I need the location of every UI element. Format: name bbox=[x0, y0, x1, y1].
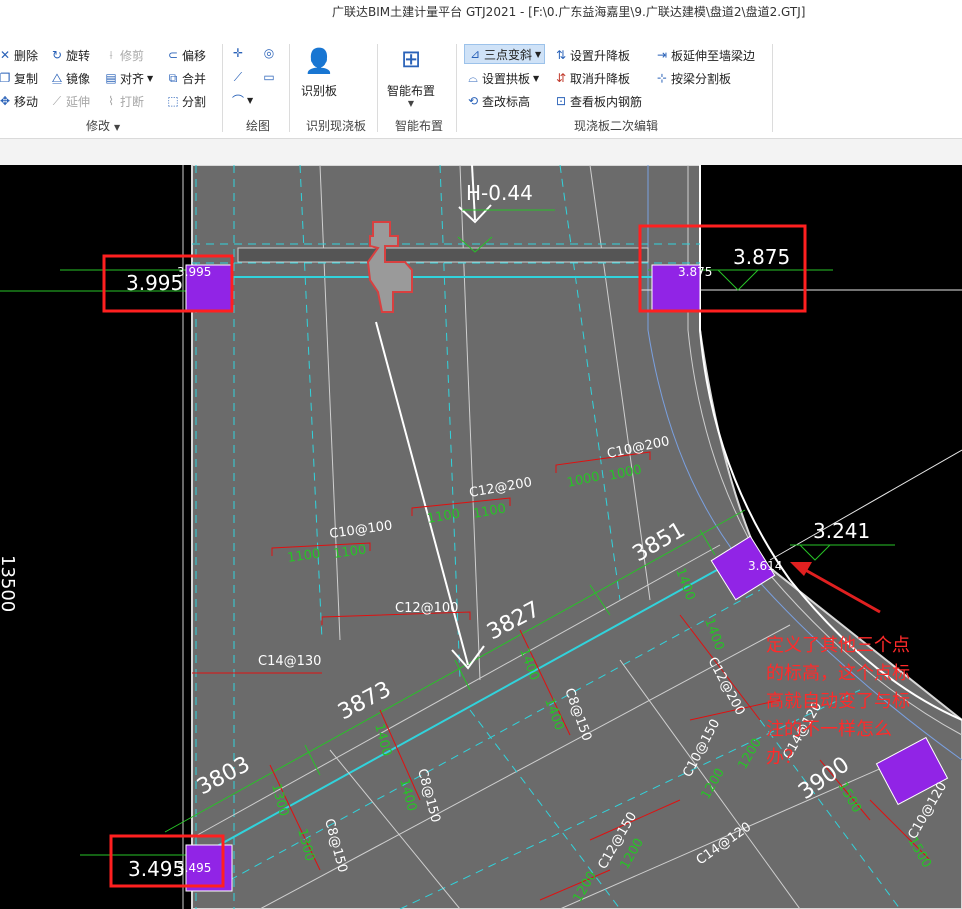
draw-group-label: 绘图 bbox=[246, 119, 271, 133]
extend-to-beam-icon: ⇥ bbox=[656, 48, 668, 62]
edit-group-label: 现浇板二次编辑 bbox=[574, 119, 659, 133]
check-elevation-button[interactable]: ⟲ 查改标高 bbox=[466, 92, 530, 110]
drawing-canvas[interactable]: 3.995 3.995 3.875 3.875 3.241 3.614 3.49… bbox=[0, 165, 962, 909]
break-icon: ⌇ bbox=[108, 94, 114, 108]
elevation-top-right-small: 3.875 bbox=[678, 265, 712, 279]
separator bbox=[222, 44, 223, 132]
modify-group-label[interactable]: 修改 ▼ bbox=[86, 117, 120, 134]
arc-tool[interactable]: ⌒ ▼ bbox=[231, 91, 253, 109]
delete-button[interactable]: ✕ 删除 bbox=[0, 46, 38, 64]
arch-icon: ⌓ bbox=[468, 70, 478, 85]
check-elevation-icon: ⟲ bbox=[467, 94, 479, 108]
extend-to-beam-button[interactable]: ⇥ 板延伸至墙梁边 bbox=[655, 46, 755, 64]
copy-icon: ❐ bbox=[0, 71, 11, 85]
identify-slab-button[interactable]: 👤 识别板 bbox=[296, 44, 342, 99]
chevron-down-icon: ▼ bbox=[114, 123, 121, 132]
separator bbox=[289, 44, 290, 132]
circle-tool[interactable]: ◎ bbox=[262, 44, 278, 62]
extend-button[interactable]: ⟋ 延伸 bbox=[50, 92, 90, 110]
title-bar: 广联达BIM土建计量平台 GTJ2021 - [F:\0.广东益海嘉里\9.广联… bbox=[0, 0, 962, 38]
top-beam[interactable] bbox=[237, 247, 649, 263]
move-button[interactable]: ✥ 移动 bbox=[0, 92, 38, 110]
annotation-line: 注的不一样怎么 bbox=[766, 719, 892, 740]
elevation-right: 3.241 bbox=[813, 519, 870, 543]
align-button[interactable]: ▤ 对齐 ▼ bbox=[104, 69, 153, 87]
split-icon: ⬚ bbox=[167, 94, 179, 108]
view-rebar-button[interactable]: ⊡ 查看板内钢筋 bbox=[554, 92, 642, 110]
crosshair-icon: ✛ bbox=[232, 46, 244, 60]
move-icon: ✥ bbox=[0, 94, 11, 108]
annotation-line: 定义了其他三个点 bbox=[766, 635, 910, 656]
rectangle-tool[interactable]: ▭ bbox=[262, 68, 278, 86]
elevation-bottom-left-small: 3.495 bbox=[177, 861, 211, 875]
three-point-slope-button[interactable]: ⊿ 三点变斜 ▼ bbox=[464, 44, 546, 64]
elevation-top-right: 3.875 bbox=[733, 245, 790, 269]
set-slope-icon: ⇅ bbox=[555, 48, 567, 62]
elevation-top-center: H-0.44 bbox=[466, 181, 533, 205]
split-by-beam-button[interactable]: ⊹ 按梁分割板 bbox=[655, 69, 731, 87]
rotate-button[interactable]: ↻ 旋转 bbox=[50, 46, 90, 64]
three-point-slope-icon: ⊿ bbox=[469, 47, 481, 61]
identify-slab-icon: 👤 bbox=[304, 47, 334, 75]
elev-marker-top-right bbox=[717, 269, 759, 291]
set-arch-button[interactable]: ⌓ 设置拱板 ▼ bbox=[466, 69, 539, 87]
rotate-icon: ↻ bbox=[51, 48, 63, 62]
identify-group-label: 识别现浇板 bbox=[306, 119, 367, 133]
elev-marker-right bbox=[799, 544, 831, 561]
extend-icon: ⟋ bbox=[52, 93, 62, 108]
rebar-label: C12@100 bbox=[395, 601, 458, 616]
separator bbox=[377, 44, 378, 132]
dimension-label: 13500 bbox=[0, 555, 18, 612]
chevron-down-icon: ▼ bbox=[147, 73, 154, 83]
chevron-down-icon: ▼ bbox=[407, 99, 415, 108]
elevation-right-small: 3.614 bbox=[748, 559, 782, 573]
set-slope-button[interactable]: ⇅ 设置升降板 bbox=[554, 46, 630, 64]
elevation-top-left: 3.995 bbox=[126, 271, 183, 295]
delete-icon: ✕ bbox=[0, 48, 11, 62]
merge-button[interactable]: ⧉ 合并 bbox=[166, 69, 206, 87]
annotation-line: 的标高，这个点标 bbox=[766, 663, 910, 684]
view-rebar-icon: ⊡ bbox=[555, 94, 567, 108]
rebar-label: C14@130 bbox=[258, 654, 321, 669]
mirror-icon: ⧋ bbox=[51, 70, 63, 85]
toolbar-strip bbox=[0, 139, 962, 166]
merge-icon: ⧉ bbox=[168, 70, 178, 85]
drawing-svg[interactable]: 3.995 3.995 3.875 3.875 3.241 3.614 3.49… bbox=[0, 165, 962, 909]
annotation-line: 办？ bbox=[766, 747, 802, 768]
annotation-line: 高就自动变了与标 bbox=[766, 691, 910, 712]
line-tool[interactable]: ⟋ bbox=[231, 68, 247, 86]
cancel-slope-button[interactable]: ⇵ 取消升降板 bbox=[554, 69, 630, 87]
chevron-down-icon: ▼ bbox=[535, 49, 542, 59]
offset-icon: ⊂ bbox=[167, 48, 179, 62]
align-icon: ▤ bbox=[105, 71, 117, 85]
chevron-down-icon: ▼ bbox=[247, 95, 254, 105]
trim-icon: ⟊ bbox=[109, 47, 113, 62]
separator bbox=[772, 44, 773, 132]
split-by-beam-icon: ⊹ bbox=[656, 71, 668, 85]
separator bbox=[456, 44, 457, 132]
ribbon: ✕ 删除 ↻ 旋转 ⟊ 修剪 ⊂ 偏移 ❐ 复制 ⧋ 镜像 ▤ 对齐 ▼ ⧉ 合并 ✥ 移动 ⟋ 延伸… bbox=[0, 38, 962, 139]
trim-button[interactable]: ⟊ 修剪 bbox=[104, 46, 144, 64]
mirror-button[interactable]: ⧋ 镜像 bbox=[50, 69, 90, 87]
callout-arrowhead bbox=[790, 562, 812, 576]
circle-icon: ◎ bbox=[263, 46, 275, 60]
smart-layout-icon: ⊞ bbox=[400, 45, 422, 73]
offset-button[interactable]: ⊂ 偏移 bbox=[166, 46, 206, 64]
split-button[interactable]: ⬚ 分割 bbox=[166, 92, 206, 110]
window-title: 广联达BIM土建计量平台 GTJ2021 - [F:\0.广东益海嘉里\9.广联… bbox=[332, 5, 806, 19]
line-icon: ⟋ bbox=[233, 69, 243, 84]
copy-button[interactable]: ❐ 复制 bbox=[0, 69, 38, 87]
chevron-down-icon: ▼ bbox=[533, 73, 540, 83]
gridline-diagonal bbox=[769, 449, 962, 561]
rectangle-icon: ▭ bbox=[263, 70, 275, 84]
smart-group-label: 智能布置 bbox=[395, 119, 444, 133]
arc-icon: ⌒ bbox=[231, 93, 244, 108]
point-tool[interactable]: ✛ bbox=[231, 44, 247, 62]
break-button[interactable]: ⌇ 打断 bbox=[104, 92, 144, 110]
cancel-slope-icon: ⇵ bbox=[555, 71, 567, 85]
smart-layout-button[interactable]: ⊞ 智能布置 ▼ bbox=[383, 42, 439, 108]
elevation-top-left-small: 3.995 bbox=[177, 265, 211, 279]
